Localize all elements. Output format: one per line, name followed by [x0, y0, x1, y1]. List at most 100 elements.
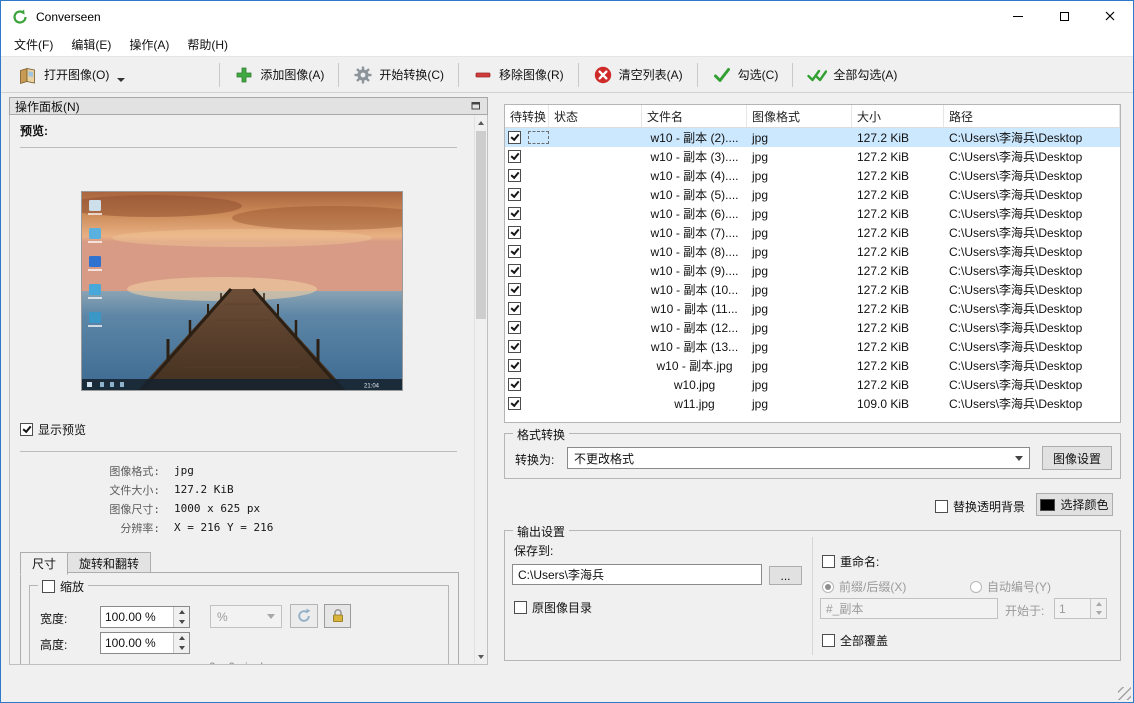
- spinner-buttons: [1090, 599, 1106, 618]
- spin-up-button[interactable]: [174, 607, 189, 617]
- spin-down-button[interactable]: [1091, 609, 1106, 619]
- table-row-2[interactable]: w10 - 副本 (4)....jpg127.2 KiBC:\Users\李海兵…: [505, 166, 1120, 185]
- toolbar-add-image-button[interactable]: 添加图像(A): [225, 61, 333, 89]
- start-at-spinner[interactable]: 1: [1054, 598, 1107, 619]
- rename-pattern-input[interactable]: #_副本: [820, 598, 998, 619]
- column-header-5[interactable]: 路径: [944, 105, 1120, 127]
- table-row-7[interactable]: w10 - 副本 (9)....jpg127.2 KiBC:\Users\李海兵…: [505, 261, 1120, 280]
- column-header-1[interactable]: 状态: [549, 105, 642, 127]
- output-group-title: 输出设置: [513, 523, 569, 540]
- table-row-0[interactable]: w10 - 副本 (2)....jpg127.2 KiBC:\Users\李海兵…: [505, 128, 1120, 147]
- scroll-down-button[interactable]: [475, 650, 487, 663]
- row-checkbox[interactable]: [508, 283, 521, 296]
- table-row-11[interactable]: w10 - 副本 (13...jpg127.2 KiBC:\Users\李海兵\…: [505, 337, 1120, 356]
- tab-size[interactable]: 尺寸: [20, 552, 68, 575]
- prefix-suffix-radio[interactable]: 前缀/后缀(X): [822, 578, 906, 595]
- replace-bg-checkbox[interactable]: 替换透明背景: [935, 498, 1025, 515]
- spin-down-button[interactable]: [174, 617, 189, 627]
- scroll-thumb[interactable]: [476, 131, 486, 319]
- toolbar-clear-list-button[interactable]: 清空列表(A): [584, 61, 692, 89]
- row-checkbox[interactable]: [508, 264, 521, 277]
- toolbar-remove-image-button[interactable]: 移除图像(R): [464, 61, 573, 89]
- save-path-input[interactable]: C:\Users\李海兵: [512, 564, 762, 585]
- table-row-9[interactable]: w10 - 副本 (11...jpg127.2 KiBC:\Users\李海兵\…: [505, 299, 1120, 318]
- column-header-0[interactable]: 待转换: [505, 105, 549, 127]
- height-spinner[interactable]: 100.00 %: [100, 632, 190, 654]
- table-row-5[interactable]: w10 - 副本 (7)....jpg127.2 KiBC:\Users\李海兵…: [505, 223, 1120, 242]
- scroll-up-button[interactable]: [475, 116, 487, 129]
- cell-checkbox: [505, 223, 549, 242]
- row-checkbox[interactable]: [508, 302, 521, 315]
- row-checkbox[interactable]: [508, 397, 521, 410]
- cell-path: C:\Users\李海兵\Desktop: [944, 261, 1120, 280]
- row-checkbox[interactable]: [508, 321, 521, 334]
- row-checkbox[interactable]: [508, 340, 521, 353]
- original-dir-checkbox[interactable]: 原图像目录: [514, 599, 592, 616]
- rename-checkbox[interactable]: 重命名:: [822, 553, 879, 570]
- image-settings-button[interactable]: 图像设置: [1042, 446, 1112, 470]
- start-at-value: 1: [1055, 599, 1090, 618]
- unit-combobox[interactable]: %: [210, 605, 282, 628]
- table-row-6[interactable]: w10 - 副本 (8)....jpg127.2 KiBC:\Users\李海兵…: [505, 242, 1120, 261]
- float-panel-icon[interactable]: [470, 100, 482, 112]
- refresh-button[interactable]: [290, 604, 318, 628]
- menu-actions[interactable]: 操作(A): [120, 33, 178, 56]
- dropdown-arrow-icon[interactable]: [117, 78, 125, 82]
- toolbar-check-button[interactable]: 勾选(C): [703, 61, 788, 89]
- dock-panel-header[interactable]: 操作面板(N): [9, 97, 488, 115]
- cell-format: jpg: [747, 299, 852, 318]
- toolbar-start-conversion-button[interactable]: 开始转换(C): [344, 61, 453, 89]
- row-checkbox[interactable]: [508, 169, 521, 182]
- browse-button[interactable]: ...: [769, 566, 802, 585]
- image-settings-label: 图像设置: [1053, 450, 1101, 467]
- row-checkbox[interactable]: [508, 188, 521, 201]
- show-preview-checkbox[interactable]: 显示预览: [20, 421, 86, 438]
- menu-edit[interactable]: 编辑(E): [62, 33, 120, 56]
- resize-grip[interactable]: [1118, 687, 1131, 700]
- minimize-button[interactable]: [995, 1, 1041, 31]
- overwrite-checkbox[interactable]: 全部覆盖: [822, 632, 888, 649]
- column-header-2[interactable]: 文件名: [642, 105, 747, 127]
- title-bar[interactable]: Converseen: [1, 1, 1133, 32]
- row-checkbox[interactable]: [508, 226, 521, 239]
- row-checkbox[interactable]: [508, 378, 521, 391]
- table-row-12[interactable]: w10 - 副本.jpgjpg127.2 KiBC:\Users\李海兵\Des…: [505, 356, 1120, 375]
- auto-number-radio[interactable]: 自动编号(Y): [970, 578, 1051, 595]
- width-spinner[interactable]: 100.00 %: [100, 606, 190, 628]
- cell-filename: w11.jpg: [642, 394, 747, 413]
- open-image-icon: [18, 65, 38, 85]
- row-checkbox[interactable]: [508, 359, 521, 372]
- row-checkbox[interactable]: [508, 245, 521, 258]
- lock-button[interactable]: [324, 604, 351, 628]
- table-row-1[interactable]: w10 - 副本 (3)....jpg127.2 KiBC:\Users\李海兵…: [505, 147, 1120, 166]
- menu-file[interactable]: 文件(F): [5, 33, 62, 56]
- table-row-8[interactable]: w10 - 副本 (10...jpg127.2 KiBC:\Users\李海兵\…: [505, 280, 1120, 299]
- row-checkbox[interactable]: [508, 131, 521, 144]
- row-checkbox[interactable]: [508, 207, 521, 220]
- toolbar-check-all-button[interactable]: 全部勾选(A): [798, 61, 906, 89]
- menu-help[interactable]: 帮助(H): [178, 33, 237, 56]
- column-header-3[interactable]: 图像格式: [747, 105, 852, 127]
- spin-up-button[interactable]: [174, 633, 189, 643]
- table-row-14[interactable]: w11.jpgjpg109.0 KiBC:\Users\李海兵\Desktop: [505, 394, 1120, 413]
- table-row-3[interactable]: w10 - 副本 (5)....jpg127.2 KiBC:\Users\李海兵…: [505, 185, 1120, 204]
- spin-up-button[interactable]: [1091, 599, 1106, 609]
- maximize-button[interactable]: [1041, 1, 1087, 31]
- table-row-10[interactable]: w10 - 副本 (12...jpg127.2 KiBC:\Users\李海兵\…: [505, 318, 1120, 337]
- row-checkbox[interactable]: [508, 150, 521, 163]
- cell-size: 127.2 KiB: [852, 318, 944, 337]
- toolbar-separator: [792, 63, 793, 87]
- format-combobox[interactable]: 不更改格式: [567, 447, 1030, 469]
- panel-scrollbar[interactable]: [474, 115, 487, 664]
- scale-checkbox[interactable]: 缩放: [38, 578, 88, 595]
- cell-path: C:\Users\李海兵\Desktop: [944, 356, 1120, 375]
- column-header-4[interactable]: 大小: [852, 105, 944, 127]
- choose-color-button[interactable]: 选择颜色: [1036, 493, 1113, 516]
- table-row-4[interactable]: w10 - 副本 (6)....jpg127.2 KiBC:\Users\李海兵…: [505, 204, 1120, 223]
- cell-checkbox: [505, 356, 549, 375]
- close-button[interactable]: [1087, 1, 1133, 31]
- toolbar-open-image-button[interactable]: 打开图像(O): [9, 61, 134, 89]
- tab-rotate-flip[interactable]: 旋转和翻转: [67, 552, 151, 574]
- table-row-13[interactable]: w10.jpgjpg127.2 KiBC:\Users\李海兵\Desktop: [505, 375, 1120, 394]
- spin-down-button[interactable]: [174, 643, 189, 653]
